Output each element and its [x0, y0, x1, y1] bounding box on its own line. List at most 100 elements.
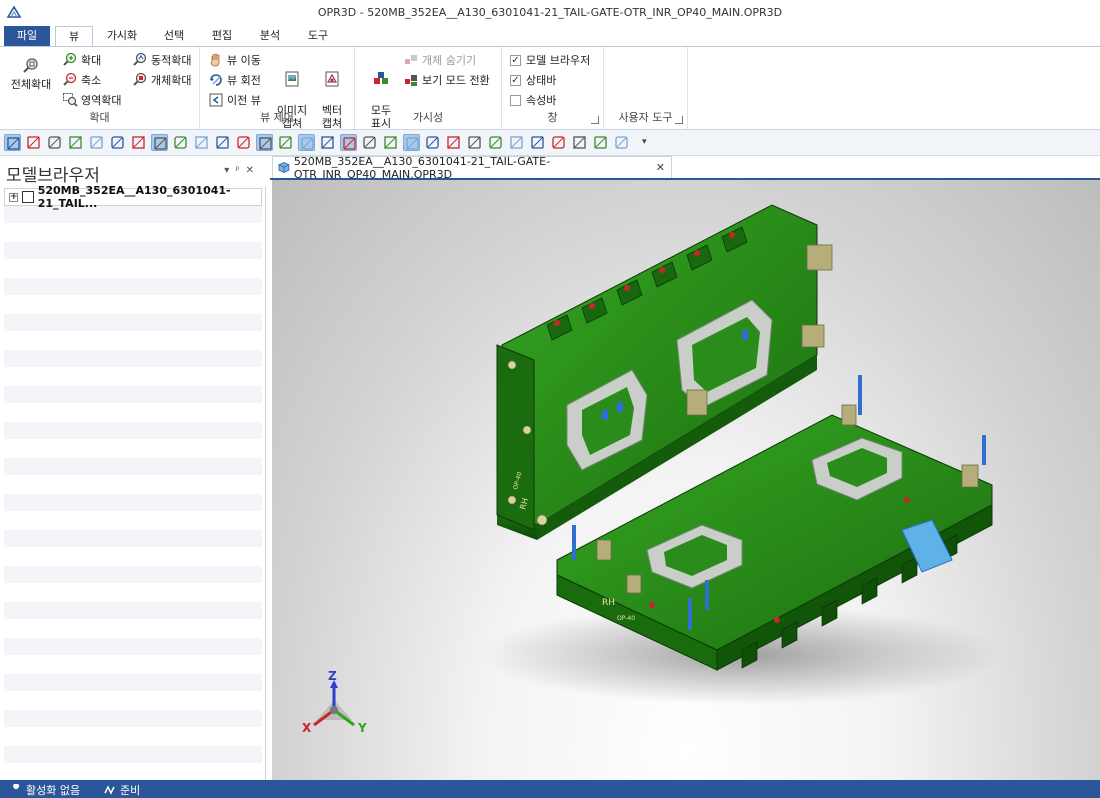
toolbar-overflow-icon[interactable]: ▾ [642, 137, 647, 147]
center-snap-icon[interactable] [130, 134, 147, 151]
group-window-label: 창 [547, 111, 558, 124]
window-group-launcher[interactable] [591, 116, 599, 124]
view-toolbar: ▾ [0, 130, 1100, 156]
zoom-object-button[interactable]: 개체확대 [132, 71, 191, 89]
group-window: ✓ 모델 브라우저 ✓ 상태바 속성바 창 [502, 47, 604, 129]
tree-empty-row [4, 494, 262, 512]
tab-view[interactable]: 뷰 [55, 26, 93, 47]
tree-empty-row [4, 548, 262, 566]
tree-empty-row [4, 674, 262, 692]
zoom-area-button[interactable]: 영역확대 [62, 91, 121, 109]
property-bar-checkbox[interactable]: 속성바 [510, 91, 556, 109]
status-bar: 활성화 없음 준비 [0, 780, 1100, 798]
tab-visualize[interactable]: 가시화 [96, 26, 148, 46]
intersect-snap-icon[interactable] [172, 134, 189, 151]
expand-icon[interactable]: + [9, 192, 18, 202]
document-tab-label: 520MB_352EA__A130_6301041-21_TAIL-GATE-O… [293, 154, 551, 181]
tree-empty-row [4, 602, 262, 620]
tree-empty-row [4, 368, 262, 386]
edge-snap-icon[interactable] [67, 134, 84, 151]
tree-empty-row [4, 296, 262, 314]
vector-capture-icon [325, 71, 339, 87]
pick-edge-icon[interactable] [214, 134, 231, 151]
tab-analysis[interactable]: 분석 [248, 26, 292, 46]
tree-icon[interactable] [613, 134, 630, 151]
wire-icon[interactable] [550, 134, 567, 151]
document-close-icon[interactable]: ✕ [656, 161, 665, 174]
box-select-icon[interactable] [277, 134, 294, 151]
user-tools-launcher[interactable] [675, 116, 683, 124]
axis-y-label: Y [357, 721, 367, 735]
circle-snap-icon[interactable] [46, 134, 63, 151]
3d-viewport[interactable]: RH OP-40 RH OP-40 Z X Y [272, 180, 1100, 780]
panel-menu-icon[interactable]: ▾ [224, 165, 235, 176]
tab-file[interactable]: 파일 [4, 26, 50, 46]
tree-empty-row [4, 422, 262, 440]
screen-icon[interactable] [382, 134, 399, 151]
document-tab-bar: 520MB_352EA__A130_6301041-21_TAIL-GATE-O… [270, 154, 1100, 181]
status-bar-check: ✓ [510, 74, 521, 86]
tree-empty-row [4, 458, 262, 476]
tab-tools[interactable]: 도구 [296, 26, 340, 46]
fit-all-button[interactable]: 전체확대 [8, 57, 54, 91]
top-view-icon[interactable] [445, 134, 462, 151]
tree-empty-row [4, 332, 262, 350]
status-activation[interactable]: 활성화 없음 [10, 782, 80, 798]
hide-object-button[interactable]: 개체 숨기기 [403, 51, 476, 69]
point-snap-icon[interactable] [4, 134, 21, 151]
group-view-control-label: 뷰 제어 [260, 111, 294, 124]
tree-empty-row [4, 386, 262, 404]
sketch-icon[interactable] [256, 134, 273, 151]
dynamic-zoom-label: 동적확대 [151, 54, 192, 67]
tree-empty-row [4, 530, 262, 548]
tab-select[interactable]: 선택 [152, 26, 196, 46]
dynamic-zoom-button[interactable]: 동적확대 [132, 51, 191, 69]
front-view-icon[interactable] [403, 134, 420, 151]
close-icon[interactable]: ✕ [246, 165, 260, 176]
side-view-icon[interactable] [466, 134, 483, 151]
face-snap-icon[interactable] [109, 134, 126, 151]
model-browser-check: ✓ [510, 54, 521, 66]
document-tab[interactable]: 520MB_352EA__A130_6301041-21_TAIL-GATE-O… [272, 154, 672, 181]
zoom-in-label: 확대 [81, 54, 102, 67]
cube-small-icon[interactable] [319, 134, 336, 151]
back-view-icon[interactable] [424, 134, 441, 151]
previous-view-button[interactable]: 이전 뷰 [208, 91, 261, 109]
model-browser-checkbox[interactable]: ✓ 모델 브라우저 [510, 51, 590, 69]
pin-icon[interactable]: ᵖ [235, 165, 245, 176]
tree-empty-row [4, 728, 262, 746]
left-view-icon[interactable] [487, 134, 504, 151]
cross-snap-icon[interactable] [151, 134, 168, 151]
pick-icon[interactable] [193, 134, 210, 151]
previous-view-label: 이전 뷰 [227, 94, 261, 107]
zoom-in-button[interactable]: 확대 [62, 51, 101, 69]
view-mode-button[interactable]: 보기 모드 전환 [403, 71, 490, 89]
zoom-out-icon [63, 72, 77, 86]
axis-icon[interactable] [340, 134, 357, 151]
pan-button[interactable]: 뷰 이동 [208, 51, 261, 69]
select-icon[interactable] [235, 134, 252, 151]
assembly-icon [22, 191, 34, 203]
title-bar: OPR3D - 520MB_352EA__A130_6301041-21_TAI… [0, 0, 1100, 26]
pan-icon [210, 53, 220, 67]
sphere-select-icon[interactable] [298, 134, 315, 151]
transparent-icon[interactable] [592, 134, 609, 151]
model-render: RH OP-40 RH OP-40 Z X Y [302, 204, 1002, 735]
line-snap-icon[interactable] [25, 134, 42, 151]
iso-view-icon[interactable] [508, 134, 525, 151]
tree-root-item[interactable]: + 520MB_352EA__A130_6301041-21_TAIL... [4, 184, 262, 210]
zoom-out-button[interactable]: 축소 [62, 71, 101, 89]
rotate-button[interactable]: 뷰 회전 [208, 71, 261, 89]
tree-empty-row [4, 242, 262, 260]
lower-op-text: OP-40 [617, 615, 635, 622]
window-title: OPR3D - 520MB_352EA__A130_6301041-21_TAI… [317, 6, 783, 19]
tab-edit[interactable]: 편집 [200, 26, 244, 46]
group-zoom-label: 확대 [89, 111, 110, 124]
curve-snap-icon[interactable] [88, 134, 105, 151]
status-bar-checkbox[interactable]: ✓ 상태바 [510, 71, 556, 89]
measure-icon[interactable] [361, 134, 378, 151]
show-all-icon [374, 72, 388, 84]
hidden-icon[interactable] [571, 134, 588, 151]
axis-triad[interactable]: Z X Y [302, 669, 367, 735]
shaded-icon[interactable] [529, 134, 546, 151]
